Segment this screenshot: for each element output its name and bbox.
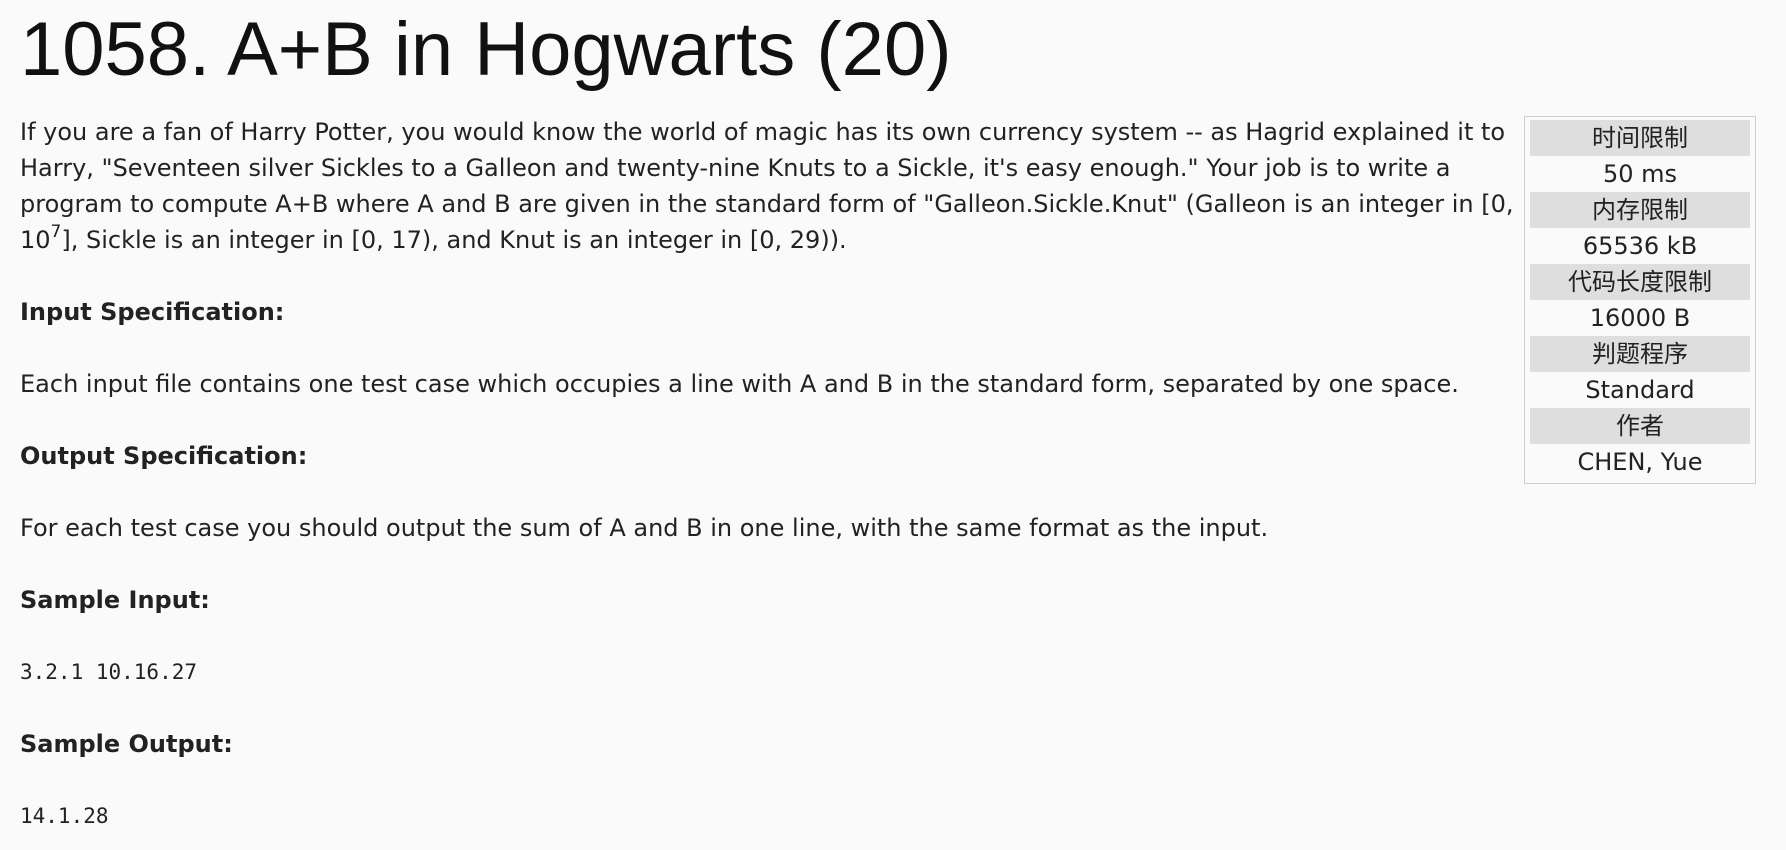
sample-output-heading: Sample Output: — [20, 730, 233, 758]
input-spec-heading: Input Specification: — [20, 298, 285, 326]
author-label: 作者 — [1530, 408, 1750, 444]
time-limit-value: 50 ms — [1602, 160, 1678, 188]
page-title: 1058. A+B in Hogwarts (20) — [20, 7, 952, 92]
judge-program-label: 判题程序 — [1530, 336, 1750, 372]
problem-description: If you are a fan of Harry Potter, you wo… — [20, 114, 1520, 258]
judge-program-value: Standard — [1585, 376, 1695, 404]
input-spec-text: Each input file contains one test case w… — [20, 370, 1459, 398]
description-exponent: 7 — [50, 222, 62, 242]
output-spec-text: For each test case you should output the… — [20, 514, 1269, 542]
output-spec-heading: Output Specification: — [20, 442, 308, 470]
sample-output-code: 14.1.28 — [20, 804, 109, 828]
code-length-limit-value: 16000 B — [1589, 304, 1691, 332]
time-limit-label: 时间限制 — [1530, 120, 1750, 156]
description-text-part2: ], Sickle is an integer in [0, 17), and … — [61, 226, 847, 254]
memory-limit-value: 65536 kB — [1582, 232, 1698, 260]
memory-limit-label: 内存限制 — [1530, 192, 1750, 228]
sample-input-code: 3.2.1 10.16.27 — [20, 660, 198, 684]
code-length-limit-label: 代码长度限制 — [1530, 264, 1750, 300]
problem-content: If you are a fan of Harry Potter, you wo… — [20, 114, 1520, 834]
author-value: CHEN, Yue — [1577, 448, 1703, 476]
problem-info-box: 时间限制 50 ms 内存限制 65536 kB 代码长度限制 16000 B … — [1524, 116, 1756, 484]
sample-input-heading: Sample Input: — [20, 586, 210, 614]
